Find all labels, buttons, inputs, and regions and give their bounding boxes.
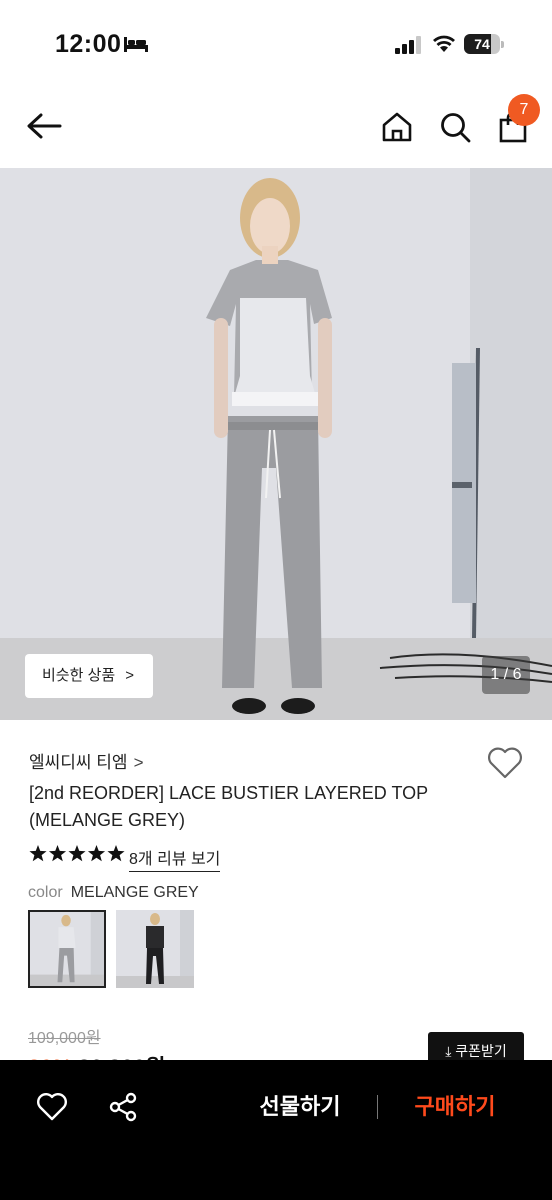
star-icon bbox=[87, 845, 106, 862]
product-title: [2nd REORDER] LACE BUSTIER LAYERED TOP (… bbox=[29, 783, 428, 830]
cart-count-badge: 7 bbox=[508, 94, 540, 126]
battery-percent: 74 bbox=[474, 36, 490, 52]
color-label: color bbox=[28, 884, 63, 901]
swatch-thumbnail bbox=[116, 910, 194, 988]
search-icon[interactable] bbox=[438, 110, 472, 144]
bottom-action-bar: 선물하기 구매하기 bbox=[0, 1060, 552, 1200]
buy-button[interactable]: 구매하기 bbox=[396, 1090, 514, 1124]
battery-indicator: 74 bbox=[464, 34, 504, 54]
star-icon bbox=[107, 845, 125, 862]
chevron-right-icon: > bbox=[133, 753, 144, 772]
brand-link[interactable]: 엘씨디씨 티엠 > bbox=[29, 748, 144, 773]
image-counter: 1 / 6 bbox=[482, 656, 530, 694]
heart-icon[interactable] bbox=[36, 1092, 68, 1122]
sleep-mode-icon bbox=[124, 37, 148, 52]
color-swatch-black[interactable] bbox=[116, 910, 194, 988]
status-time: 12:00 bbox=[55, 30, 122, 58]
reviews-link[interactable]: 8개 리뷰 보기 bbox=[129, 845, 221, 872]
cellular-signal-icon bbox=[395, 36, 421, 54]
color-swatch-melange-grey[interactable] bbox=[28, 910, 106, 988]
heart-icon[interactable] bbox=[486, 746, 524, 780]
similar-products-button[interactable]: 비슷한 상품 > bbox=[25, 654, 153, 698]
color-option-row: color MELANGE GREY bbox=[28, 884, 199, 902]
brand-name: 엘씨디씨 티엠 bbox=[29, 753, 128, 772]
similar-products-label: 비슷한 상품 bbox=[42, 667, 116, 684]
product-image-gallery[interactable]: 비슷한 상품 > 1 / 6 bbox=[0, 168, 552, 720]
product-photo bbox=[0, 168, 552, 720]
back-arrow-icon[interactable] bbox=[24, 110, 64, 142]
rating-stars bbox=[29, 845, 125, 862]
wifi-icon bbox=[433, 35, 455, 52]
original-price: 109,000원 bbox=[28, 1030, 101, 1047]
color-value: MELANGE GREY bbox=[70, 884, 199, 901]
star-icon bbox=[68, 845, 86, 862]
star-icon bbox=[48, 845, 67, 862]
divider bbox=[377, 1095, 378, 1119]
gift-button[interactable]: 선물하기 bbox=[240, 1090, 360, 1124]
home-icon[interactable] bbox=[380, 110, 414, 144]
product-page: 12:00 74 7 비슷한 상품 > 1 / 6 엘씨디씨 티엠 > [2nd… bbox=[0, 0, 552, 1200]
top-nav-bar bbox=[0, 88, 552, 168]
share-icon[interactable] bbox=[108, 1092, 138, 1122]
swatch-thumbnail bbox=[30, 912, 104, 986]
star-icon bbox=[29, 845, 47, 862]
status-bar: 12:00 74 bbox=[0, 0, 552, 88]
chevron-right-icon: > bbox=[125, 667, 134, 684]
